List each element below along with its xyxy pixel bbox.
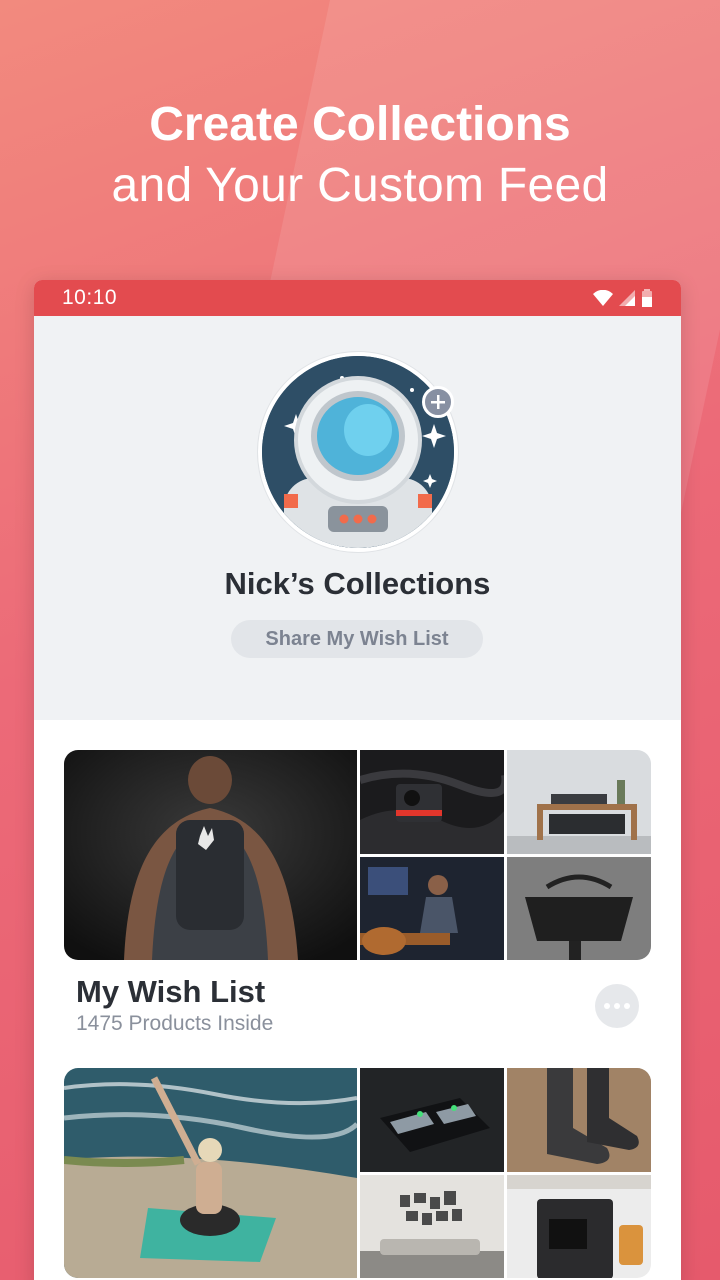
share-wishlist-button[interactable]: Share My Wish List xyxy=(231,620,483,658)
headline-line-2: and Your Custom Feed xyxy=(111,159,609,212)
more-dot xyxy=(614,1003,620,1009)
battery-icon xyxy=(642,289,652,307)
more-dot xyxy=(624,1003,630,1009)
backpack-vest-photo[interactable] xyxy=(64,750,357,960)
wifi-icon xyxy=(593,290,613,306)
status-bar: 10:10 xyxy=(34,280,681,316)
collection-card-2[interactable] xyxy=(64,1068,651,1278)
astronaut-illustration xyxy=(262,356,454,548)
astronaut-avatar[interactable] xyxy=(258,352,458,552)
wool-socks-photo[interactable] xyxy=(507,1068,651,1172)
signal-icon xyxy=(619,290,635,306)
phone-screen: 10:10 Nick’s Collections Share My Wish L… xyxy=(34,280,681,1280)
promo-headline: Create Collections and Your Custom Feed xyxy=(0,96,720,218)
action-camera-photo[interactable] xyxy=(360,750,504,854)
profile-header: Nick’s Collections Share My Wish List xyxy=(34,316,681,720)
rowing-machine-photo[interactable] xyxy=(360,856,504,960)
plus-icon xyxy=(431,395,445,409)
duffel-bag-photo[interactable] xyxy=(507,856,651,960)
status-icons xyxy=(593,289,653,307)
wireless-charger-photo[interactable] xyxy=(360,1068,504,1172)
collection-thumbnail-grid xyxy=(360,750,651,960)
collection-mosaic[interactable] xyxy=(64,1068,651,1278)
photo-wall-room-photo[interactable] xyxy=(360,1174,504,1278)
more-horizontal-icon xyxy=(604,1003,610,1009)
headline-line-1: Create Collections xyxy=(149,98,571,151)
avatar-container[interactable] xyxy=(258,352,458,552)
collection-card-wishlist[interactable]: My Wish List 1475 Products Inside xyxy=(64,750,651,1036)
status-time: 10:10 xyxy=(62,286,118,309)
espresso-machine-photo[interactable] xyxy=(507,1174,651,1278)
collection-count: 1475 Products Inside xyxy=(76,1012,274,1035)
collection-thumbnail-grid xyxy=(360,1068,651,1278)
add-photo-button[interactable] xyxy=(422,386,454,418)
collection-more-button[interactable] xyxy=(595,984,639,1028)
beach-yoga-photo[interactable] xyxy=(64,1068,357,1278)
turntable-console-photo[interactable] xyxy=(507,750,651,854)
collection-mosaic[interactable] xyxy=(64,750,651,960)
collection-title: My Wish List xyxy=(76,974,266,1009)
profile-title: Nick’s Collections xyxy=(224,566,491,601)
